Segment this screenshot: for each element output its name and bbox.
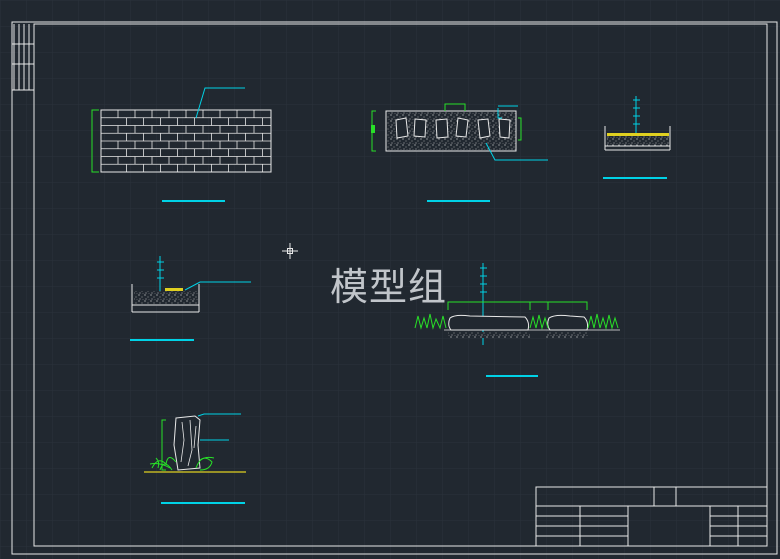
watermark-text: 模型组 bbox=[330, 265, 448, 309]
